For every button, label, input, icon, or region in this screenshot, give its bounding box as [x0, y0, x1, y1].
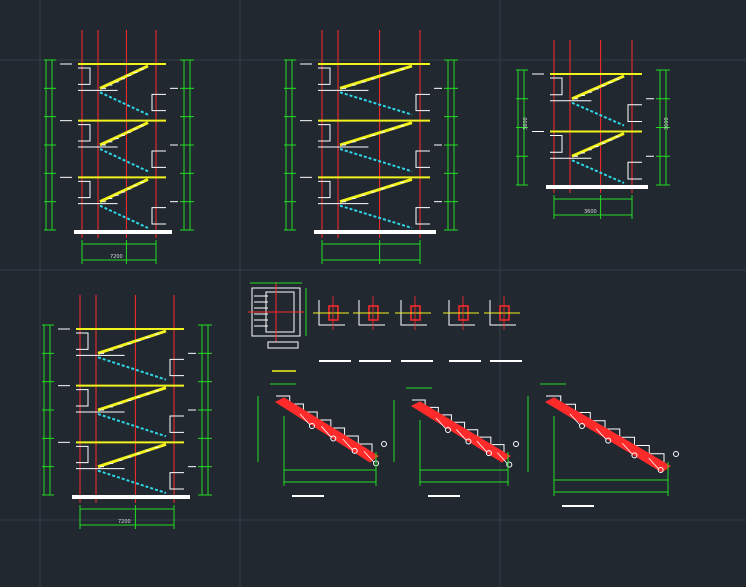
wall-outline: [151, 93, 166, 112]
wall-outline: [169, 472, 184, 490]
rebar-callout: [673, 451, 679, 457]
beam-section-2: [353, 296, 391, 362]
wall-outline: [78, 124, 91, 142]
stair-flight-hidden: [99, 204, 149, 229]
plan-detail: [248, 282, 307, 349]
stair-slab: [274, 397, 379, 463]
stair-flight-hidden: [339, 91, 413, 116]
wall-outline: [78, 180, 91, 199]
stair-flight-hidden: [99, 91, 149, 116]
stair-flight-hidden: [571, 101, 625, 127]
wall-outline: [76, 332, 89, 350]
wall-outline: [627, 161, 642, 180]
cad-svg: 7200 3600 7200 3600 3600: [0, 0, 746, 587]
wall-outline: [318, 67, 331, 85]
wall-outline: [318, 124, 331, 142]
wall-outline: [76, 445, 89, 464]
dimension-label: 3600: [523, 117, 529, 130]
plan-label-box: [267, 341, 299, 349]
wall-outline: [169, 358, 184, 377]
stair-flight-section-3: [527, 383, 679, 507]
stair-slab: [410, 401, 511, 463]
beam-section-3: [395, 296, 433, 362]
ground-line: [74, 230, 172, 234]
wall-outline: [415, 150, 430, 168]
wall-outline: [627, 104, 642, 122]
stair-elevation-4: 7200: [42, 295, 212, 529]
beam-section-1: [313, 296, 351, 362]
stair-elevation-2: [284, 30, 458, 264]
stair-flight-hidden: [99, 148, 149, 173]
elevation-3-side-labels: 3600 3600: [523, 117, 670, 130]
stair-flight-hidden: [339, 204, 413, 229]
wall-outline: [550, 77, 563, 96]
dimension-label: 3600: [584, 209, 597, 215]
beam-section-5: [484, 296, 522, 362]
wall-outline: [550, 135, 563, 153]
dimension-label: 7200: [110, 254, 123, 260]
ground-line: [72, 495, 190, 499]
beam-section-4: [443, 296, 481, 362]
stair-flight-hidden: [97, 413, 167, 438]
wall-outline: [76, 389, 89, 407]
rebar-callout: [513, 441, 519, 447]
ground-line: [314, 230, 436, 234]
rebar-callout: [381, 441, 387, 447]
stair-flight-hidden: [339, 148, 413, 173]
wall-outline: [415, 207, 430, 225]
stair-flight-section-1: [257, 383, 387, 497]
stair-flight-hidden: [97, 356, 167, 381]
stair-flight-hidden: [571, 159, 625, 184]
stair-elevation-3: 3600: [516, 40, 670, 219]
wall-outline: [151, 150, 166, 168]
wall-outline: [415, 93, 430, 112]
dimension-label: 7200: [118, 519, 131, 525]
dimension-label: 3600: [664, 117, 670, 130]
ground-line: [546, 185, 648, 189]
cad-drawing-canvas[interactable]: 7200 3600 7200 3600 3600: [0, 0, 746, 587]
wall-outline: [78, 67, 91, 85]
wall-outline: [169, 415, 184, 433]
wall-outline: [151, 207, 166, 225]
stair-flight-hidden: [97, 469, 167, 494]
stair-elevation-1: 7200: [44, 30, 194, 264]
wall-outline: [318, 180, 331, 199]
